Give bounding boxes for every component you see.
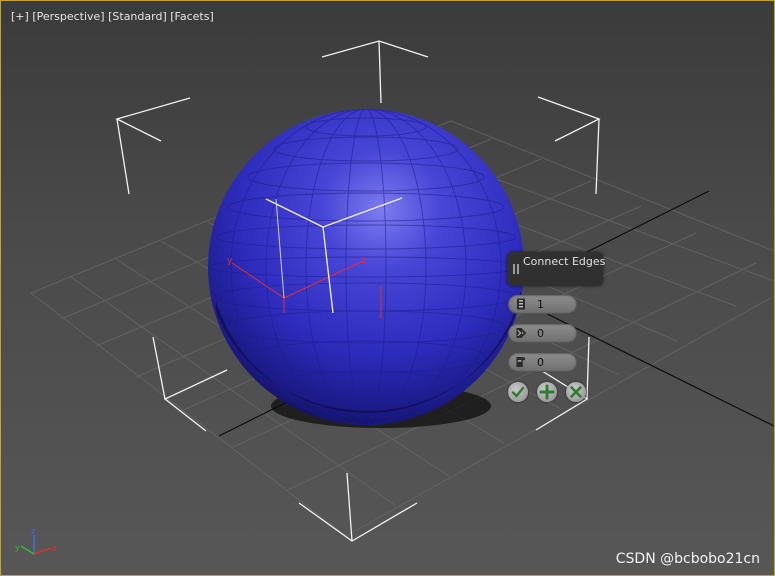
caddy-drag-grip-icon[interactable] [513, 264, 519, 274]
pinch-spinner[interactable]: 0 [508, 324, 577, 343]
watermark-text: CSDN @bcbobo21cn [615, 551, 760, 567]
svg-text:z: z [361, 256, 366, 266]
segments-icon [517, 298, 525, 310]
apply-and-continue-button[interactable] [537, 382, 557, 402]
slide-icon [516, 357, 526, 367]
scene-canvas[interactable]: y z [1, 1, 774, 575]
viewport-view-menu[interactable]: [Perspective] [32, 10, 104, 23]
connect-edges-caddy-title[interactable]: Connect Edges [507, 252, 606, 286]
viewport-plus-menu[interactable]: [+] [11, 10, 29, 23]
viewport-display-menu[interactable]: [Facets] [170, 10, 214, 23]
perspective-viewport[interactable]: y z [+] [Perspective] [Standard] [Facets… [0, 0, 775, 576]
plus-icon [539, 384, 555, 400]
gizmo-x-label: x [52, 544, 57, 553]
segments-value[interactable]: 1 [537, 298, 544, 311]
gizmo-z-label: z [31, 527, 35, 536]
pinch-value[interactable]: 0 [537, 327, 544, 340]
check-icon [511, 386, 525, 398]
svg-text:y: y [227, 256, 233, 266]
slide-value[interactable]: 0 [537, 356, 544, 369]
viewport-shading-menu[interactable]: [Standard] [108, 10, 167, 23]
ok-button[interactable] [508, 382, 528, 402]
gizmo-y-label: y [15, 543, 20, 552]
cancel-button[interactable] [566, 382, 586, 402]
cancel-icon [570, 386, 582, 398]
pinch-icon [516, 328, 526, 338]
sphere-object[interactable] [208, 109, 524, 428]
viewport-label-menu: [+] [Perspective] [Standard] [Facets] [11, 10, 214, 23]
segments-spinner[interactable]: 1 [508, 295, 577, 314]
axis-tripod-gizmo: z x y [15, 527, 57, 555]
slide-spinner[interactable]: 0 [508, 353, 577, 372]
caddy-title: Connect Edges [523, 255, 606, 268]
